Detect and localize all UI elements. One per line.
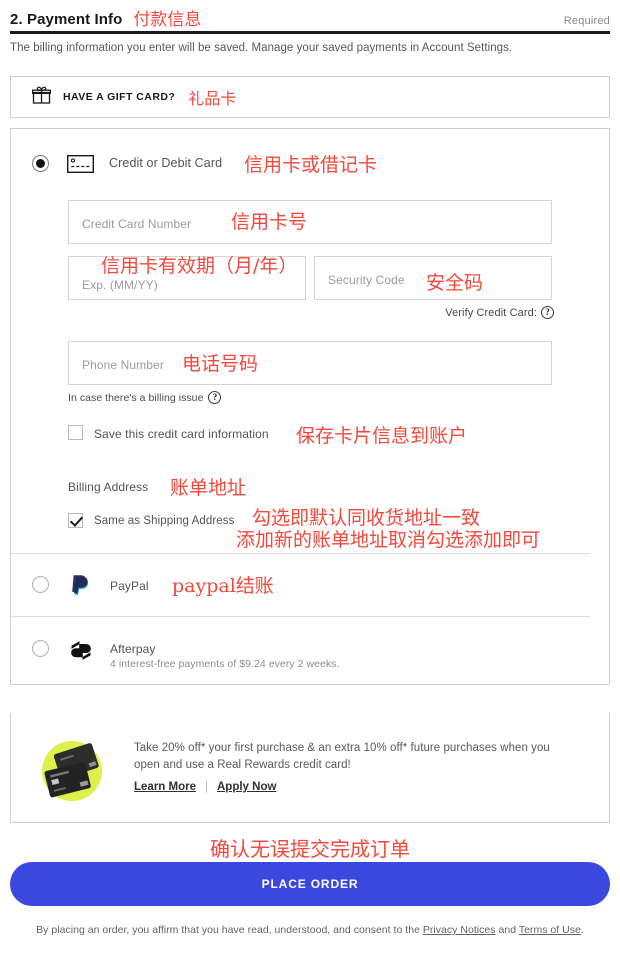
section-title-annotation: 付款信息 [133,10,202,30]
section-title-text: 2. Payment Info [10,11,123,28]
gift-icon [31,86,52,109]
billing-issue-text: In case there's a billing issue [68,391,204,404]
terms-of-use-link[interactable]: Terms of Use [519,924,581,936]
expiration-placeholder: Exp. (MM/YY) [82,278,158,292]
question-mark-icon[interactable]: ? [208,391,222,404]
gift-card-label: HAVE A GIFT CARD? [63,91,176,103]
security-code-input[interactable]: Security Code [314,256,552,300]
place-order-annotation: 确认无误提交完成订单 [210,837,410,861]
same-as-shipping-label[interactable]: Same as Shipping Address [94,515,234,527]
card-number-placeholder: Credit Card Number [82,217,192,231]
legal-text-part2: and [495,924,519,936]
card-number-input[interactable]: Credit Card Number [68,200,552,244]
billing-address-label: Billing Address [68,480,149,494]
paypal-icon [70,574,91,596]
radio-paypal[interactable] [32,576,49,593]
credit-cards-illustration [34,733,110,809]
question-mark-icon[interactable]: ? [541,306,554,319]
checkbox-same-as-shipping[interactable] [68,513,83,528]
page-title: 2. Payment Info 付款信息 Required [10,4,610,32]
legal-text-part1: By placing an order, you affirm that you… [36,924,423,936]
phone-number-input[interactable]: Phone Number [68,341,552,385]
afterpay-label: Afterpay [110,642,156,656]
learn-more-link[interactable]: Learn More [134,781,196,793]
paypal-label: PayPal [110,579,149,593]
radio-credit-card[interactable] [32,155,49,172]
promo-links: Learn More | Apply Now [134,781,276,793]
required-label: Required [563,15,610,27]
billing-issue-note: In case there's a billing issue ? [68,391,222,404]
radio-afterpay[interactable] [32,640,49,657]
place-order-button[interactable]: PLACE ORDER [10,862,610,906]
gift-card-annotation: 礼品卡 [188,89,237,108]
promo-text: Take 20% off* your first purchase & an e… [134,742,550,771]
legal-text-part3: . [580,924,584,936]
afterpay-icon [68,637,94,661]
promo-link-separator: | [205,781,208,793]
credit-card-label: Credit or Debit Card [109,156,223,170]
checkbox-save-card[interactable] [68,425,83,440]
gift-card-section[interactable]: HAVE A GIFT CARD? 礼品卡 [10,76,610,118]
option-divider [10,616,590,617]
phone-number-placeholder: Phone Number [82,358,164,372]
option-divider [10,553,590,554]
verify-credit-card[interactable]: Verify Credit Card: ? [445,306,554,319]
expiration-input[interactable]: Exp. (MM/YY) [68,256,306,300]
billing-note: The billing information you enter will b… [10,42,513,54]
legal-text: By placing an order, you affirm that you… [24,922,596,938]
privacy-notices-link[interactable]: Privacy Notices [423,924,496,936]
credit-card-icon [66,154,95,174]
security-code-placeholder: Security Code [328,273,405,287]
header-divider [10,31,610,34]
apply-now-link[interactable]: Apply Now [217,781,276,793]
save-card-label[interactable]: Save this credit card information [94,427,269,441]
verify-credit-card-label: Verify Credit Card: [445,306,537,319]
afterpay-description: 4 interest-free payments of $9.24 every … [110,658,340,670]
